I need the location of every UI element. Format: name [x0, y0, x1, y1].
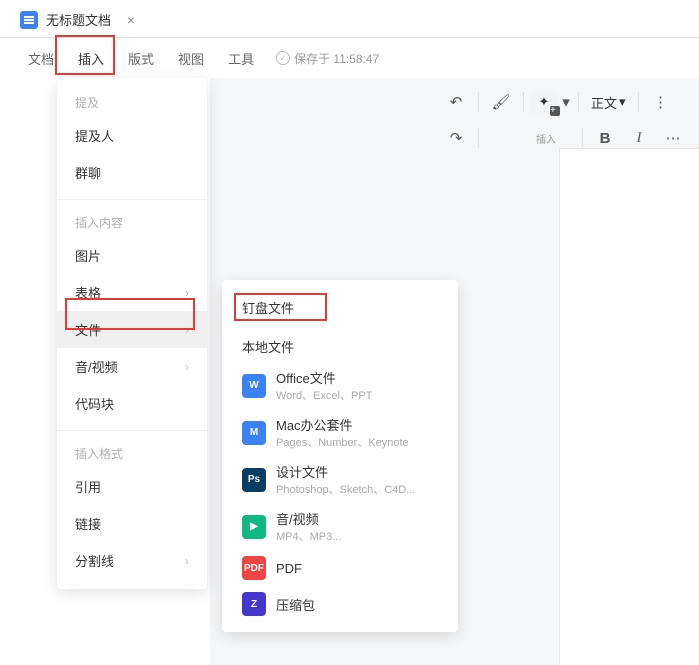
check-icon: ✓	[276, 51, 290, 65]
menu-quote[interactable]: 引用	[57, 468, 207, 505]
menu-image[interactable]: 图片	[57, 237, 207, 274]
file-type-row[interactable]: ▶ 音/视频 MP4、MP3...	[222, 503, 458, 550]
divider	[57, 430, 207, 431]
file-type-icon: M	[242, 421, 266, 445]
file-type-name: 压缩包	[276, 595, 315, 614]
menu-insert[interactable]: 插入	[68, 43, 114, 74]
menu-tools[interactable]: 工具	[218, 43, 264, 74]
file-type-name: 音/视频	[276, 509, 341, 528]
dingpan-file[interactable]: 钉盘文件	[222, 294, 458, 327]
italic-button[interactable]: I	[623, 124, 655, 152]
file-type-desc: Word、Excel、PPT	[276, 387, 372, 403]
doc-icon	[20, 11, 38, 29]
file-type-row[interactable]: Ps 设计文件 Photoshop、Sketch、C4D...	[222, 456, 458, 503]
file-type-row[interactable]: Z 压缩包	[222, 586, 458, 622]
tab-title: 无标题文档	[46, 10, 111, 29]
chevron-right-icon: ›	[185, 323, 189, 337]
menu-file[interactable]: 文件›	[57, 311, 207, 348]
add-button[interactable]: ✦+	[530, 90, 558, 114]
menu-codeblock[interactable]: 代码块	[57, 385, 207, 422]
file-type-desc: Pages、Number、Keynote	[276, 434, 409, 450]
divider	[57, 199, 207, 200]
section-content-label: 插入内容	[57, 208, 207, 237]
bold-button[interactable]: B	[589, 124, 621, 152]
menu-table[interactable]: 表格›	[57, 274, 207, 311]
file-type-icon: PDF	[242, 556, 266, 580]
saved-status: ✓ 保存于 11:58:47	[276, 50, 379, 67]
file-type-name: Mac办公套件	[276, 415, 409, 434]
insert-label: 插入	[530, 131, 562, 146]
section-mention-label: 提及	[57, 88, 207, 117]
file-type-name: Office文件	[276, 368, 372, 387]
document-tab[interactable]: 无标题文档 ×	[6, 2, 149, 37]
format-painter-button[interactable]: 🖌	[485, 88, 517, 116]
add-dropdown[interactable]: ▾	[560, 88, 572, 116]
undo-button[interactable]: ↶	[440, 88, 472, 116]
menu-layout[interactable]: 版式	[118, 43, 164, 74]
menu-group-chat[interactable]: 群聊	[57, 154, 207, 191]
more-format-button[interactable]: ⋯	[657, 124, 689, 152]
chevron-right-icon: ›	[185, 286, 189, 300]
insert-dropdown: 提及 提及人 群聊 插入内容 图片 表格› 文件› 音/视频› 代码块 插入格式…	[57, 78, 207, 589]
saved-label: 保存于 11:58:47	[294, 50, 379, 67]
file-type-name: PDF	[276, 561, 302, 576]
menu-mention-person[interactable]: 提及人	[57, 117, 207, 154]
close-icon[interactable]: ×	[127, 12, 135, 28]
file-type-icon: Z	[242, 592, 266, 616]
file-type-icon: ▶	[242, 515, 266, 539]
file-type-row[interactable]: M Mac办公套件 Pages、Number、Keynote	[222, 409, 458, 456]
file-type-desc: Photoshop、Sketch、C4D...	[276, 481, 415, 497]
text-style-select[interactable]: 正文 ▾	[585, 93, 632, 112]
tab-bar: 无标题文档 ×	[0, 0, 699, 38]
file-type-icon: W	[242, 374, 266, 398]
file-type-row[interactable]: PDF PDF	[222, 550, 458, 586]
more-icon[interactable]: ⋮	[645, 88, 677, 116]
file-type-desc: MP4、MP3...	[276, 528, 341, 544]
menu-bar: 文档 插入 版式 视图 工具 ✓ 保存于 11:58:47	[0, 38, 699, 78]
menu-audiovideo[interactable]: 音/视频›	[57, 348, 207, 385]
redo-button[interactable]: ↷	[440, 124, 472, 152]
file-submenu: 钉盘文件 本地文件 W Office文件 Word、Excel、PPT M Ma…	[222, 280, 458, 632]
file-type-icon: Ps	[242, 468, 266, 492]
local-file-label: 本地文件	[222, 327, 458, 362]
file-type-name: 设计文件	[276, 462, 415, 481]
file-type-row[interactable]: W Office文件 Word、Excel、PPT	[222, 362, 458, 409]
document-canvas[interactable]	[559, 148, 699, 665]
menu-view[interactable]: 视图	[168, 43, 214, 74]
section-format-label: 插入格式	[57, 439, 207, 468]
menu-doc[interactable]: 文档	[18, 43, 64, 74]
menu-link[interactable]: 链接	[57, 505, 207, 542]
chevron-right-icon: ›	[185, 554, 189, 568]
chevron-right-icon: ›	[185, 360, 189, 374]
toolbar: ↶ 🖌 ✦+ ▾ 正文 ▾ ⋮ ↷ 插入 B I ⋯	[430, 78, 699, 148]
menu-divider-insert[interactable]: 分割线›	[57, 542, 207, 579]
